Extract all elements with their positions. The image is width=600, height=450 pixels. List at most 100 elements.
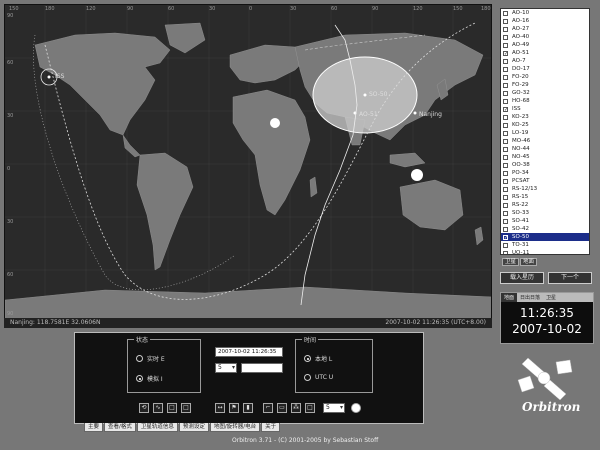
satellite-list[interactable]: AO-10 AO-16 AO-27 AO-40 AO-49 ✓ AO-51 AO-7 DO-17… bbox=[500, 8, 590, 255]
satellite-list-item[interactable]: SO-41 bbox=[501, 217, 589, 225]
satellite-checkbox[interactable] bbox=[503, 42, 508, 48]
step-unit-field[interactable] bbox=[241, 363, 283, 373]
square-icon[interactable]: □ bbox=[167, 403, 177, 413]
satellite-checkbox[interactable] bbox=[503, 98, 508, 104]
satellite-list-item[interactable]: AO-10 bbox=[501, 9, 589, 17]
satellite-list-item[interactable]: RS-22 bbox=[501, 201, 589, 209]
clock-tab-satellite[interactable]: 卫星 bbox=[543, 293, 559, 302]
satellite-checkbox[interactable] bbox=[503, 34, 508, 40]
tab-about[interactable]: 关于 bbox=[261, 423, 281, 432]
satellite-checkbox[interactable] bbox=[503, 226, 508, 232]
square-icon-2[interactable]: □ bbox=[181, 403, 191, 413]
satellite-list-item[interactable]: ✓ AO-51 bbox=[501, 49, 589, 57]
satellite-list-item[interactable]: AO-7 bbox=[501, 57, 589, 65]
flag-icon[interactable]: ⚑ bbox=[229, 403, 239, 413]
satellite-list-item[interactable]: HO-68 bbox=[501, 97, 589, 105]
satellite-checkbox[interactable] bbox=[503, 194, 508, 200]
satellite-checkbox[interactable]: ✓ bbox=[503, 234, 508, 240]
radio-simulation[interactable]: 模拟 I bbox=[136, 374, 163, 383]
satellite-checkbox[interactable]: ✓ bbox=[503, 106, 508, 112]
radio-dot[interactable] bbox=[304, 355, 311, 362]
step-spinner[interactable]: 5 bbox=[215, 363, 237, 373]
satellite-checkbox[interactable] bbox=[503, 250, 508, 254]
satellite-list-item[interactable]: GO-32 bbox=[501, 89, 589, 97]
satellite-checkbox[interactable] bbox=[503, 162, 508, 168]
clock-tab-sunrise[interactable]: 日出日落 bbox=[517, 293, 543, 302]
satellite-list-item[interactable]: ✓ ISS bbox=[501, 105, 589, 113]
tab-ground[interactable]: 地面 bbox=[520, 258, 538, 266]
satellite-checkbox[interactable] bbox=[503, 202, 508, 208]
satellite-list-item[interactable]: AO-49 bbox=[501, 41, 589, 49]
satellite-list-item[interactable]: RS-15 bbox=[501, 193, 589, 201]
satellite-list-item[interactable]: NO-45 bbox=[501, 153, 589, 161]
satellite-list-item[interactable]: OO-38 bbox=[501, 161, 589, 169]
tab-satellites[interactable]: 卫星 bbox=[502, 258, 520, 266]
world-map[interactable]: ISS SO-50 AO-51 Nanjing 150 180 120 90 6… bbox=[4, 4, 492, 322]
satellite-checkbox[interactable] bbox=[503, 122, 508, 128]
map-label-so50[interactable]: SO-50 bbox=[369, 91, 388, 98]
radio-dot[interactable] bbox=[136, 375, 143, 382]
tab-sat-info[interactable]: 卫星轨道信息 bbox=[136, 423, 178, 432]
satellite-checkbox[interactable]: ✓ bbox=[503, 50, 508, 56]
corner-icon[interactable]: ⌐ bbox=[263, 403, 273, 413]
bar-icon[interactable]: ▮ bbox=[243, 403, 253, 413]
sim-datetime-field[interactable]: 2007-10-02 11:26:35 bbox=[215, 347, 283, 357]
zoom-spinner[interactable]: 5 bbox=[323, 403, 345, 413]
satellite-checkbox[interactable] bbox=[503, 130, 508, 136]
satellite-list-item[interactable]: AO-40 bbox=[501, 33, 589, 41]
map-label-iss[interactable]: ISS bbox=[55, 73, 64, 80]
satellite-list-item[interactable]: NO-44 bbox=[501, 145, 589, 153]
satellite-list-item[interactable]: PCSAT bbox=[501, 177, 589, 185]
radio-local[interactable]: 本地 L bbox=[304, 354, 332, 363]
satellite-list-item[interactable]: UO-11 bbox=[501, 249, 589, 254]
grid-icon[interactable]: ⁂ bbox=[291, 403, 301, 413]
satellite-list-item[interactable]: DO-17 bbox=[501, 65, 589, 73]
satellite-list-item[interactable]: PO-34 bbox=[501, 169, 589, 177]
satellite-checkbox[interactable] bbox=[503, 114, 508, 120]
satellite-list-item[interactable]: MO-46 bbox=[501, 137, 589, 145]
next-button[interactable]: 下一个 bbox=[548, 272, 592, 284]
satellite-checkbox[interactable] bbox=[503, 170, 508, 176]
satellite-list-item[interactable]: LO-19 bbox=[501, 129, 589, 137]
satellite-list-item[interactable]: SO-33 bbox=[501, 209, 589, 217]
satellite-checkbox[interactable] bbox=[503, 146, 508, 152]
map-label-ao51[interactable]: AO-51 bbox=[359, 111, 378, 118]
square-icon-3[interactable]: □ bbox=[305, 403, 315, 413]
satellite-list-item[interactable]: ✓ SO-50 bbox=[501, 233, 589, 241]
satellite-list-item[interactable]: RS-12/13 bbox=[501, 185, 589, 193]
satellite-list-item[interactable]: FO-20 bbox=[501, 73, 589, 81]
satellite-checkbox[interactable] bbox=[503, 210, 508, 216]
radio-dot[interactable] bbox=[136, 355, 143, 362]
curve-icon[interactable]: ∿ bbox=[153, 403, 163, 413]
satellite-checkbox[interactable] bbox=[503, 178, 508, 184]
tab-prediction[interactable]: 预测设定 bbox=[178, 423, 209, 432]
satellite-list-item[interactable]: KO-25 bbox=[501, 121, 589, 129]
radio-realtime[interactable]: 实时 E bbox=[136, 354, 165, 363]
satellite-checkbox[interactable] bbox=[503, 186, 508, 192]
radio-dot[interactable] bbox=[304, 374, 311, 381]
reset-icon[interactable]: ⟲ bbox=[139, 403, 149, 413]
satellite-list-item[interactable]: FO-29 bbox=[501, 81, 589, 89]
satellite-checkbox[interactable] bbox=[503, 82, 508, 88]
arrow-icon[interactable]: ↔ bbox=[215, 403, 225, 413]
satellite-checkbox[interactable] bbox=[503, 138, 508, 144]
satellite-checkbox[interactable] bbox=[503, 26, 508, 32]
satellite-list-item[interactable]: SO-42 bbox=[501, 225, 589, 233]
rect-icon[interactable]: ▭ bbox=[277, 403, 287, 413]
satellite-list-item[interactable]: TO-31 bbox=[501, 241, 589, 249]
satellite-checkbox[interactable] bbox=[503, 58, 508, 64]
satellite-checkbox[interactable] bbox=[503, 66, 508, 72]
tab-rotator[interactable]: 地图/旋转器/电台 bbox=[209, 423, 261, 432]
tab-main[interactable]: 主要 bbox=[84, 423, 104, 432]
load-tle-button[interactable]: 载入星历 bbox=[500, 272, 544, 284]
satellite-checkbox[interactable] bbox=[503, 10, 508, 16]
satellite-checkbox[interactable] bbox=[503, 242, 508, 248]
satellite-checkbox[interactable] bbox=[503, 18, 508, 24]
satellite-checkbox[interactable] bbox=[503, 90, 508, 96]
satellite-checkbox[interactable] bbox=[503, 154, 508, 160]
radio-utc[interactable]: UTC U bbox=[304, 374, 333, 381]
satellite-list-item[interactable]: AO-16 bbox=[501, 17, 589, 25]
satellite-list-item[interactable]: AO-27 bbox=[501, 25, 589, 33]
satellite-list-item[interactable]: KO-23 bbox=[501, 113, 589, 121]
tab-view[interactable]: 查看/格式 bbox=[104, 423, 136, 432]
